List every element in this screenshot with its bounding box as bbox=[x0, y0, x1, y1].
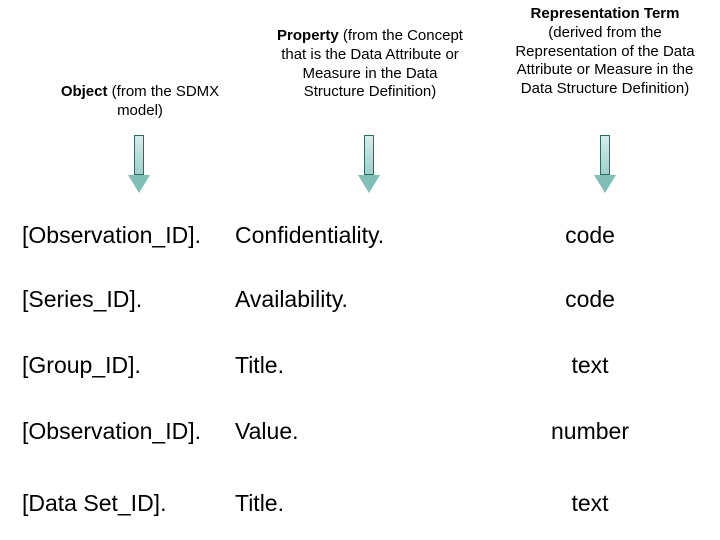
cell-object: [Observation_ID]. bbox=[22, 418, 242, 445]
table-row: [Series_ID]. Availability. code bbox=[0, 286, 720, 332]
arrow-down-icon bbox=[594, 135, 616, 195]
header-object-term: Object bbox=[61, 83, 108, 100]
cell-property: Availability. bbox=[235, 286, 465, 313]
header-representation-term: Representation Term bbox=[505, 5, 705, 24]
header-representation-paren: (derived from the Representation of the … bbox=[505, 24, 705, 99]
cell-rep: code bbox=[480, 222, 700, 249]
cell-rep: text bbox=[480, 352, 700, 379]
cell-rep: number bbox=[480, 418, 700, 445]
arrow-down-icon bbox=[358, 135, 380, 195]
cell-property: Confidentiality. bbox=[235, 222, 465, 249]
table-row: [Observation_ID]. Confidentiality. code bbox=[0, 222, 720, 268]
table-row: [Observation_ID]. Value. number bbox=[0, 418, 720, 464]
table-row: [Data Set_ID]. Title. text bbox=[0, 490, 720, 536]
cell-property: Title. bbox=[235, 352, 465, 379]
column-header-object: Object (from the SDMX model) bbox=[55, 83, 225, 121]
cell-object: [Observation_ID]. bbox=[22, 222, 242, 249]
cell-object: [Series_ID]. bbox=[22, 286, 242, 313]
arrow-down-icon bbox=[128, 135, 150, 195]
table-row: [Group_ID]. Title. text bbox=[0, 352, 720, 398]
cell-object: [Data Set_ID]. bbox=[22, 490, 242, 517]
cell-property: Title. bbox=[235, 490, 465, 517]
cell-object: [Group_ID]. bbox=[22, 352, 242, 379]
cell-rep: code bbox=[480, 286, 700, 313]
cell-property: Value. bbox=[235, 418, 465, 445]
cell-rep: text bbox=[480, 490, 700, 517]
column-header-representation: Representation Term (derived from the Re… bbox=[505, 5, 705, 99]
column-header-property: Property (from the Concept that is the D… bbox=[270, 27, 470, 102]
header-object-paren: (from the SDMX model) bbox=[108, 83, 220, 119]
header-property-term: Property bbox=[277, 27, 339, 44]
